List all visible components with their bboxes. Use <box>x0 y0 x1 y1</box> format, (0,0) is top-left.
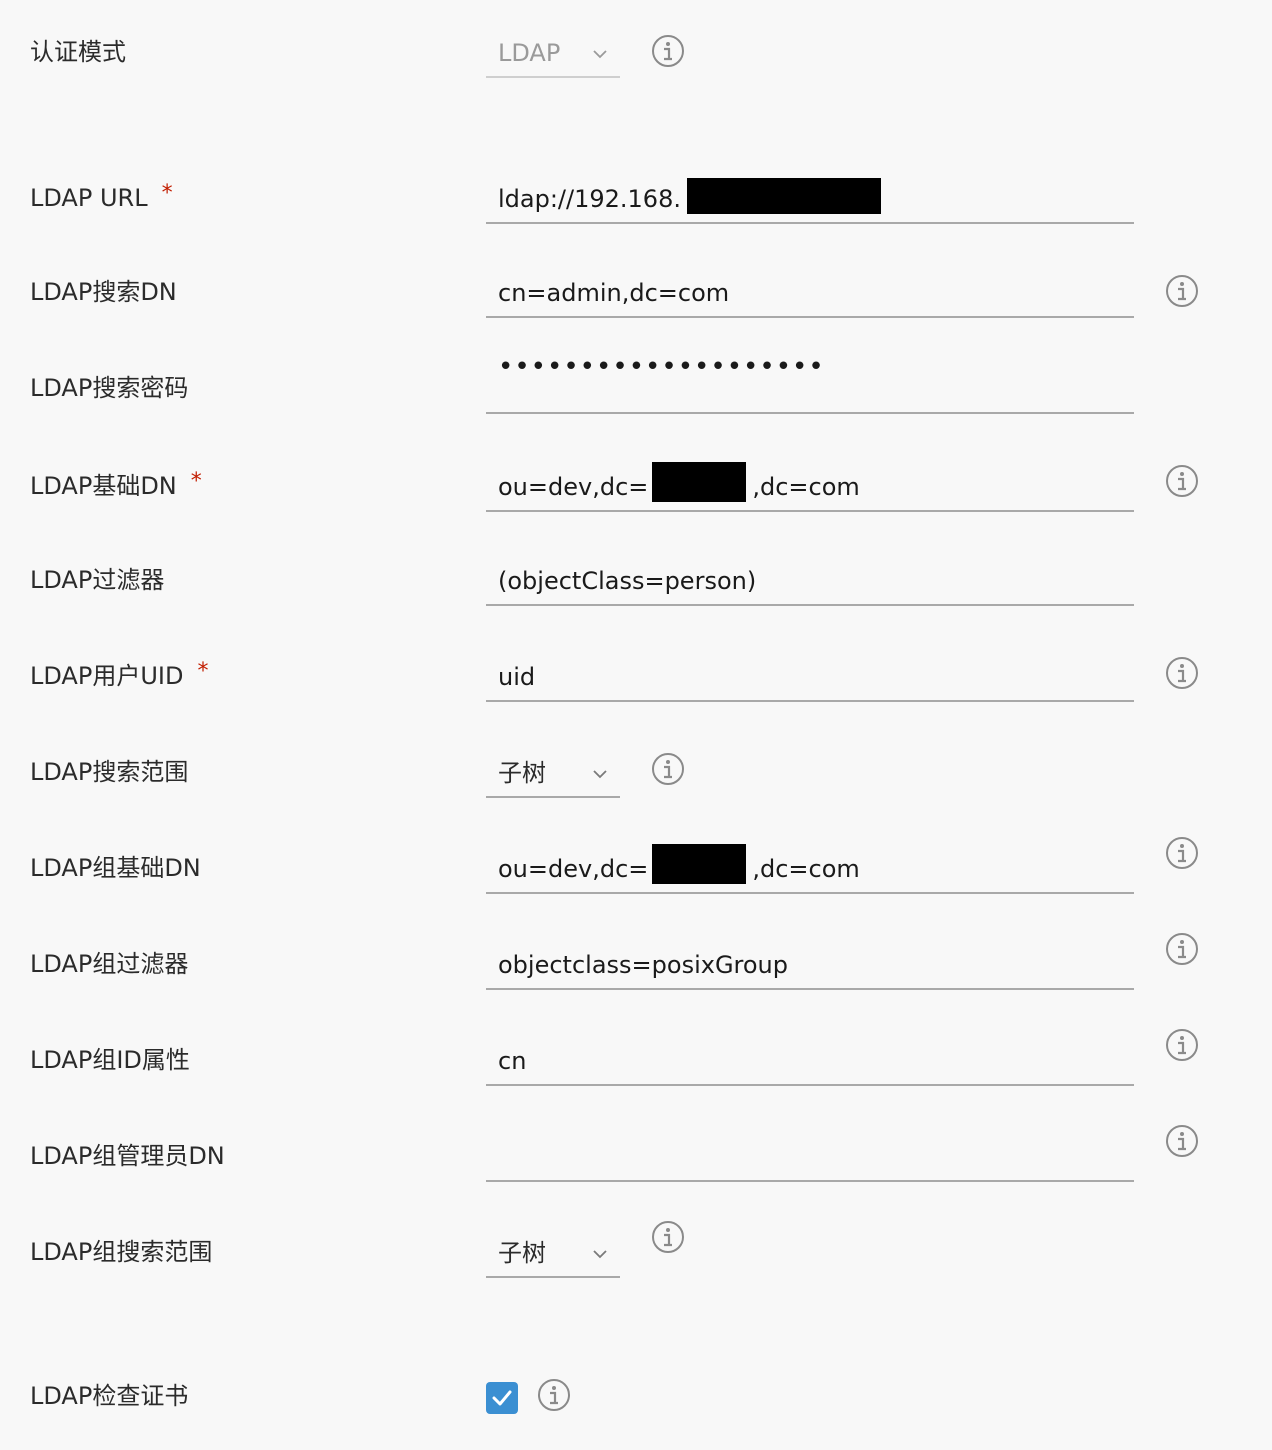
ldap-url-label-text: LDAP URL <box>30 184 148 212</box>
info-circle-icon[interactable] <box>1165 1124 1199 1158</box>
group-id-attr-value: cn <box>498 1047 527 1075</box>
uid-value: uid <box>498 663 536 691</box>
group-admin-dn-input[interactable] <box>486 1122 1134 1182</box>
ldap-url-text: ldap://192.168. <box>498 185 681 213</box>
uid-label: LDAP用户UID * <box>30 646 208 706</box>
auth-mode-row: 认证模式 LDAP <box>0 22 1272 82</box>
search-password-row: LDAP搜索密码 •••••••••••••••••••• <box>0 352 1272 418</box>
group-base-dn-suffix: ,dc=com <box>752 855 860 883</box>
base-dn-label-text: LDAP基础DN <box>30 472 177 500</box>
ldap-url-input[interactable]: ldap://192.168. <box>486 164 1134 224</box>
group-filter-row: LDAP组过滤器 objectclass=posixGroup <box>0 932 1272 994</box>
search-scope-label: LDAP搜索范围 <box>30 758 189 786</box>
group-admin-dn-label: LDAP组管理员DN <box>30 1142 225 1170</box>
chevron-down-icon <box>593 50 607 59</box>
search-dn-row: LDAP搜索DN cn=admin,dc=com <box>0 262 1272 322</box>
group-base-dn-value: ou=dev,dc= ,dc=com <box>498 844 860 884</box>
base-dn-label: LDAP基础DN * <box>30 456 202 516</box>
group-id-attr-row: LDAP组ID属性 cn <box>0 1028 1272 1090</box>
auth-mode-value: LDAP <box>498 39 561 67</box>
group-filter-input[interactable]: objectclass=posixGroup <box>486 930 1134 990</box>
search-password-input[interactable]: •••••••••••••••••••• <box>486 352 1134 414</box>
info-circle-icon[interactable] <box>1165 932 1199 966</box>
verify-cert-row: LDAP检查证书 <box>0 1366 1272 1426</box>
group-search-scope-value: 子树 <box>498 1239 546 1267</box>
group-admin-dn-row: LDAP组管理员DN <box>0 1124 1272 1186</box>
ldap-url-row: LDAP URL * ldap://192.168. <box>0 168 1272 228</box>
filter-input[interactable]: (objectClass=person) <box>486 546 1134 606</box>
search-dn-input[interactable]: cn=admin,dc=com <box>486 258 1134 318</box>
filter-value: (objectClass=person) <box>498 567 757 595</box>
uid-row: LDAP用户UID * uid <box>0 646 1272 706</box>
group-base-dn-input[interactable]: ou=dev,dc= ,dc=com <box>486 834 1134 894</box>
info-circle-icon[interactable] <box>1165 274 1199 308</box>
search-dn-value: cn=admin,dc=com <box>498 279 730 307</box>
base-dn-input[interactable]: ou=dev,dc= ,dc=com <box>486 452 1134 512</box>
info-circle-icon[interactable] <box>1165 1028 1199 1062</box>
redacted-block <box>686 178 881 214</box>
uid-input[interactable]: uid <box>486 642 1134 702</box>
group-base-dn-prefix: ou=dev,dc= <box>498 855 649 883</box>
group-search-scope-row: LDAP组搜索范围 子树 <box>0 1220 1272 1282</box>
group-id-attr-input[interactable]: cn <box>486 1026 1134 1086</box>
base-dn-prefix: ou=dev,dc= <box>498 473 649 501</box>
info-circle-icon[interactable] <box>537 1378 571 1412</box>
chevron-down-icon <box>593 770 607 779</box>
auth-mode-select: LDAP <box>486 18 620 78</box>
info-circle-icon[interactable] <box>1165 656 1199 690</box>
base-dn-suffix: ,dc=com <box>752 473 860 501</box>
group-search-scope-label: LDAP组搜索范围 <box>30 1238 213 1266</box>
search-scope-select[interactable]: 子树 <box>486 738 620 798</box>
search-scope-row: LDAP搜索范围 子树 <box>0 742 1272 802</box>
info-circle-icon[interactable] <box>1165 464 1199 498</box>
group-base-dn-label: LDAP组基础DN <box>30 854 201 882</box>
auth-mode-label: 认证模式 <box>30 38 126 66</box>
search-scope-value: 子树 <box>498 759 546 787</box>
search-password-label: LDAP搜索密码 <box>30 374 189 402</box>
group-base-dn-row: LDAP组基础DN ou=dev,dc= ,dc=com <box>0 836 1272 898</box>
info-circle-icon[interactable] <box>651 752 685 786</box>
filter-row: LDAP过滤器 (objectClass=person) <box>0 550 1272 610</box>
verify-cert-checkbox[interactable] <box>486 1382 518 1414</box>
base-dn-value: ou=dev,dc= ,dc=com <box>498 462 860 502</box>
group-filter-value: objectclass=posixGroup <box>498 951 789 979</box>
info-circle-icon[interactable] <box>651 1220 685 1254</box>
info-circle-icon[interactable] <box>1165 836 1199 870</box>
required-mark: * <box>190 469 202 494</box>
group-id-attr-label: LDAP组ID属性 <box>30 1046 190 1074</box>
checkmark-icon <box>492 1390 512 1406</box>
ldap-config-form: 认证模式 LDAP LDAP URL * ldap://192.168. LDAP… <box>0 0 1272 1450</box>
ldap-url-value: ldap://192.168. <box>498 178 881 214</box>
ldap-url-label: LDAP URL * <box>30 168 173 228</box>
base-dn-row: LDAP基础DN * ou=dev,dc= ,dc=com <box>0 456 1272 516</box>
required-mark: * <box>197 659 209 684</box>
search-password-value: •••••••••••••••••••• <box>498 352 825 382</box>
group-filter-label: LDAP组过滤器 <box>30 950 189 978</box>
filter-label: LDAP过滤器 <box>30 566 165 594</box>
group-search-scope-select[interactable]: 子树 <box>486 1218 620 1278</box>
info-circle-icon[interactable] <box>651 34 685 68</box>
verify-cert-label: LDAP检查证书 <box>30 1382 189 1410</box>
search-dn-label: LDAP搜索DN <box>30 278 177 306</box>
chevron-down-icon <box>593 1250 607 1259</box>
required-mark: * <box>161 181 173 206</box>
redacted-block <box>652 844 747 884</box>
redacted-block <box>652 462 747 502</box>
uid-label-text: LDAP用户UID <box>30 662 184 690</box>
